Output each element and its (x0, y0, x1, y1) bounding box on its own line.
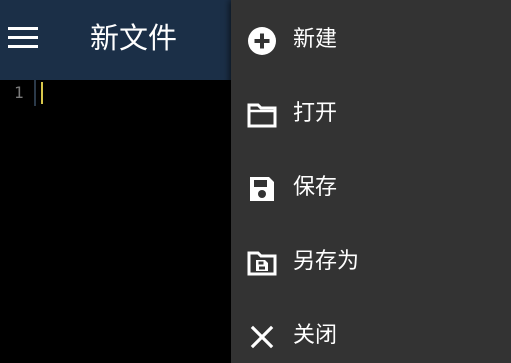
menu-item-label: 保存 (293, 175, 338, 200)
hamburger-menu-icon[interactable] (8, 26, 38, 50)
text-cursor (41, 82, 43, 104)
add-circle-icon (246, 25, 278, 57)
menu-item-label: 关闭 (293, 323, 338, 348)
menu-item-new[interactable]: 新建 (231, 2, 511, 76)
app-window: 新文件 1 新建 打开 保存 另存为 关闭 (0, 0, 511, 363)
menu-item-open[interactable]: 打开 (231, 76, 511, 150)
menu-item-label: 打开 (293, 101, 338, 126)
document-title: 新文件 (90, 21, 178, 55)
save-as-folder-icon (246, 247, 278, 279)
hamburger-bar (8, 27, 38, 30)
close-icon (246, 321, 278, 353)
menu-item-label: 新建 (293, 27, 338, 52)
save-icon (246, 173, 278, 205)
folder-open-icon (246, 99, 278, 131)
hamburger-bar (8, 45, 38, 48)
menu-item-close[interactable]: 关闭 (231, 298, 511, 363)
menu-item-save-as[interactable]: 另存为 (231, 224, 511, 298)
gutter-divider (34, 80, 36, 106)
dropdown-menu: 新建 打开 保存 另存为 关闭 (231, 0, 511, 363)
menu-item-label: 另存为 (293, 249, 360, 274)
menu-item-save[interactable]: 保存 (231, 150, 511, 224)
hamburger-bar (8, 36, 38, 39)
line-number: 1 (14, 83, 24, 102)
